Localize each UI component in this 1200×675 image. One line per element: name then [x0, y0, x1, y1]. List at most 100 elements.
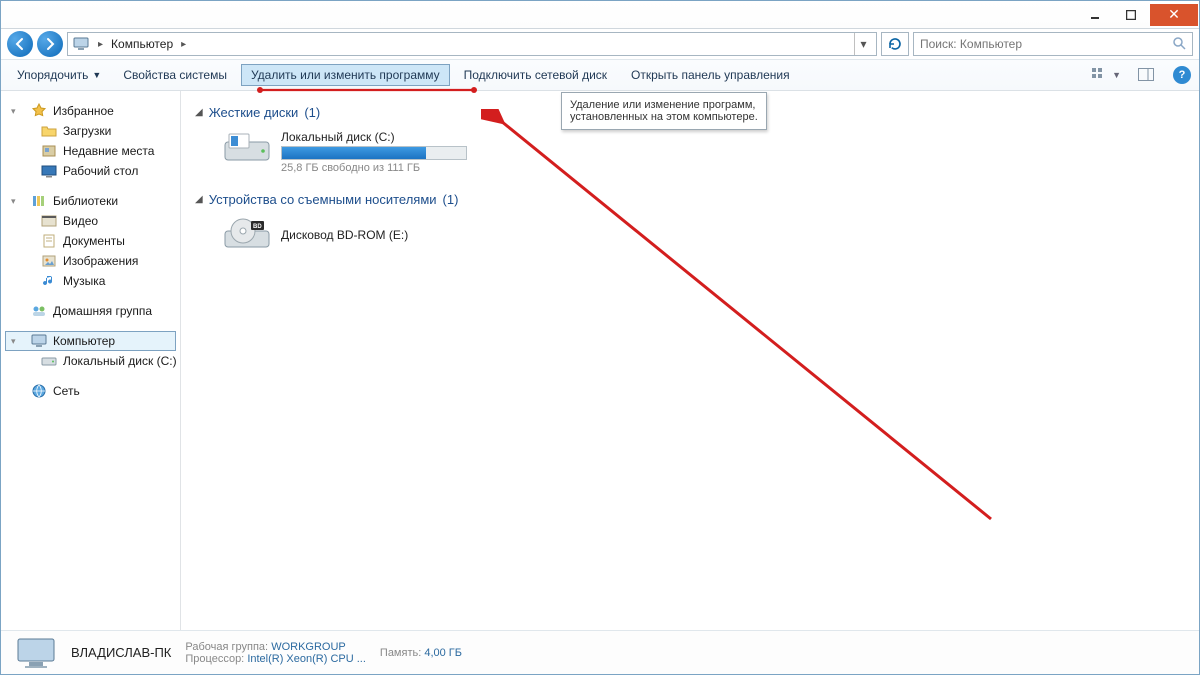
- view-options-button[interactable]: [1090, 66, 1108, 84]
- chevron-down-icon: ▾: [11, 106, 23, 117]
- video-icon: [41, 213, 57, 229]
- cpu-label: Процессор:: [185, 653, 244, 665]
- drive-name: Локальный диск (C:): [281, 130, 467, 144]
- chevron-down-icon: ▾: [11, 196, 23, 207]
- uninstall-program-button[interactable]: Удалить или изменить программу: [241, 64, 450, 86]
- breadcrumb-sep-icon[interactable]: ▸: [177, 39, 190, 50]
- sidebar-item-label: Видео: [63, 214, 98, 228]
- collapse-icon: ◢: [195, 194, 203, 205]
- drive-local-c[interactable]: Локальный диск (C:) 25,8 ГБ свободно из …: [195, 126, 1185, 188]
- sidebar-item-label: Сеть: [53, 384, 80, 398]
- drive-name: Дисковод BD-ROM (E:): [281, 228, 408, 242]
- refresh-button[interactable]: [881, 32, 909, 56]
- sidebar-item-label: Библиотеки: [53, 194, 118, 208]
- hard-drive-icon: [223, 130, 271, 166]
- tooltip: Удаление или изменение программ, установ…: [561, 92, 767, 130]
- bd-rom-icon: BD: [223, 217, 271, 253]
- sidebar-downloads[interactable]: Загрузки: [5, 121, 176, 141]
- sidebar-item-label: Недавние места: [63, 144, 154, 158]
- libraries-icon: [31, 193, 47, 209]
- workgroup-label: Рабочая группа:: [185, 641, 268, 653]
- documents-icon: [41, 233, 57, 249]
- nav-bar: ▸ Компьютер ▸ ▾: [1, 29, 1199, 59]
- computer-icon: [72, 35, 90, 53]
- star-icon: [31, 103, 47, 119]
- section-count: (1): [304, 105, 320, 120]
- breadcrumb-computer[interactable]: Компьютер: [111, 37, 173, 51]
- map-network-drive-button[interactable]: Подключить сетевой диск: [454, 64, 617, 86]
- workgroup-value: WORKGROUP: [271, 641, 346, 653]
- desktop-icon: [41, 163, 57, 179]
- sidebar-homegroup[interactable]: Домашняя группа: [5, 301, 176, 321]
- cpu-value: Intel(R) Xeon(R) CPU ...: [247, 653, 366, 665]
- close-button[interactable]: ✕: [1150, 4, 1198, 26]
- organize-label: Упорядочить: [17, 68, 88, 82]
- computer-icon: [31, 333, 47, 349]
- sidebar-documents[interactable]: Документы: [5, 231, 176, 251]
- sidebar-item-label: Документы: [63, 234, 125, 248]
- content-pane: ◢ Жесткие диски (1) Локальный диск (C:) …: [181, 91, 1199, 630]
- drive-bdrom-e[interactable]: BD Дисковод BD-ROM (E:): [195, 213, 1185, 267]
- chevron-down-icon: ▾: [11, 336, 23, 347]
- sidebar-pictures[interactable]: Изображения: [5, 251, 176, 271]
- details-pane: ВЛАДИСЛАВ-ПК Рабочая группа: WORKGROUP П…: [1, 630, 1199, 674]
- sidebar-item-label: Избранное: [53, 104, 114, 118]
- section-removable[interactable]: ◢ Устройства со съемными носителями (1): [195, 192, 1185, 207]
- address-bar[interactable]: ▸ Компьютер ▸ ▾: [67, 32, 877, 56]
- sidebar-item-label: Компьютер: [53, 334, 115, 348]
- command-bar: Упорядочить ▼ Свойства системы Удалить и…: [1, 59, 1199, 91]
- pc-name: ВЛАДИСЛАВ-ПК: [71, 645, 171, 660]
- recent-icon: [41, 143, 57, 159]
- collapse-icon: ◢: [195, 107, 203, 118]
- section-title: Устройства со съемными носителями: [209, 192, 437, 207]
- sidebar-local-disk-c[interactable]: Локальный диск (C:): [5, 351, 176, 371]
- breadcrumb-sep-icon[interactable]: ▸: [94, 39, 107, 50]
- view-dropdown-icon[interactable]: ▼: [1112, 70, 1121, 80]
- sidebar-item-label: Локальный диск (C:): [63, 354, 177, 368]
- minimize-button[interactable]: [1078, 4, 1112, 26]
- preview-pane-button[interactable]: [1137, 66, 1155, 84]
- sidebar-video[interactable]: Видео: [5, 211, 176, 231]
- sidebar-item-label: Музыка: [63, 274, 105, 288]
- pictures-icon: [41, 253, 57, 269]
- search-input[interactable]: [920, 37, 1186, 51]
- sidebar-item-label: Загрузки: [63, 124, 111, 138]
- organize-menu[interactable]: Упорядочить ▼: [9, 64, 109, 86]
- homegroup-icon: [31, 303, 47, 319]
- search-icon: [1172, 36, 1186, 53]
- section-count: (1): [443, 192, 459, 207]
- help-button[interactable]: ?: [1173, 66, 1191, 84]
- memory-value: 4,00 ГБ: [424, 647, 462, 659]
- address-history-dropdown[interactable]: ▾: [854, 33, 872, 55]
- sidebar-desktop[interactable]: Рабочий стол: [5, 161, 176, 181]
- sidebar-computer[interactable]: ▾ Компьютер: [5, 331, 176, 351]
- sidebar-network[interactable]: Сеть: [5, 381, 176, 401]
- sidebar-recent-places[interactable]: Недавние места: [5, 141, 176, 161]
- nav-pane: ▾ Избранное Загрузки Недавние места Рабо…: [1, 91, 181, 630]
- maximize-button[interactable]: [1114, 4, 1148, 26]
- chevron-down-icon: ▼: [92, 70, 101, 80]
- music-icon: [41, 273, 57, 289]
- back-button[interactable]: [7, 31, 33, 57]
- svg-text:BD: BD: [253, 224, 262, 230]
- sidebar-favorites[interactable]: ▾ Избранное: [5, 101, 176, 121]
- search-box[interactable]: [913, 32, 1193, 56]
- drive-free-space: 25,8 ГБ свободно из 111 ГБ: [281, 162, 467, 174]
- system-properties-button[interactable]: Свойства системы: [113, 64, 237, 86]
- sidebar-music[interactable]: Музыка: [5, 271, 176, 291]
- titlebar: ✕: [1, 1, 1199, 29]
- open-control-panel-button[interactable]: Открыть панель управления: [621, 64, 800, 86]
- usage-bar: [281, 146, 467, 160]
- sidebar-item-label: Изображения: [63, 254, 138, 268]
- computer-large-icon: [15, 636, 57, 670]
- folder-icon: [41, 123, 57, 139]
- drive-icon: [41, 353, 57, 369]
- forward-button[interactable]: [37, 31, 63, 57]
- tooltip-text: Удаление или изменение программ, установ…: [570, 99, 758, 123]
- sidebar-libraries[interactable]: ▾ Библиотеки: [5, 191, 176, 211]
- section-title: Жесткие диски: [209, 105, 299, 120]
- network-icon: [31, 383, 47, 399]
- sidebar-item-label: Рабочий стол: [63, 164, 138, 178]
- memory-label: Память:: [380, 647, 421, 659]
- sidebar-item-label: Домашняя группа: [53, 304, 152, 318]
